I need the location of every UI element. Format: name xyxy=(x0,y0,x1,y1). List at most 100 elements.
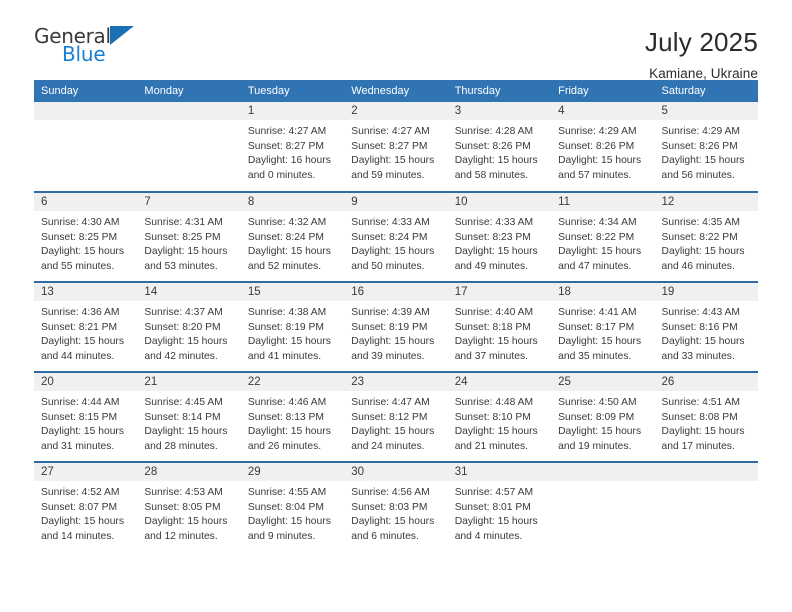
daylight-text-line2: and 35 minutes. xyxy=(558,350,632,362)
day-number: 6 xyxy=(34,193,138,211)
calendar-day-cell[interactable]: 19 Sunrise: 4:43 AM Sunset: 8:16 PM Dayligh… xyxy=(654,281,758,372)
day-details: Sunrise: 4:45 AM Sunset: 8:14 PM Daylight:… xyxy=(137,391,240,454)
calendar-day-cell[interactable]: 6 Sunrise: 4:30 AM Sunset: 8:25 PM Daylight… xyxy=(34,191,138,282)
day-details xyxy=(551,481,654,486)
daylight-text-line2: and 4 minutes. xyxy=(454,530,523,542)
general-blue-logo[interactable]: General Blue xyxy=(34,26,154,65)
day-details: Sunrise: 4:56 AM Sunset: 8:03 PM Daylight:… xyxy=(344,481,447,544)
sunset-text: Sunset: 8:15 PM xyxy=(41,411,118,423)
calendar-day-cell[interactable]: 23 Sunrise: 4:47 AM Sunset: 8:12 PM Dayligh… xyxy=(344,371,448,462)
sunset-text: Sunset: 8:22 PM xyxy=(558,231,635,243)
day-number: 9 xyxy=(344,193,448,211)
sunrise-text: Sunrise: 4:32 AM xyxy=(247,217,327,228)
day-details: Sunrise: 4:35 AM Sunset: 8:22 PM Daylight:… xyxy=(655,211,758,274)
sunset-text: Sunset: 8:19 PM xyxy=(247,321,324,333)
day-details: Sunrise: 4:57 AM Sunset: 8:01 PM Daylight:… xyxy=(448,481,551,544)
calendar-day-cell[interactable]: 10 Sunrise: 4:33 AM Sunset: 8:23 PM Dayligh… xyxy=(447,191,552,282)
calendar-day-cell[interactable]: 28 Sunrise: 4:53 AM Sunset: 8:05 PM Dayligh… xyxy=(137,461,241,552)
day-number: 11 xyxy=(551,193,655,211)
calendar-day-cell[interactable]: 3 Sunrise: 4:28 AM Sunset: 8:26 PM Daylight… xyxy=(447,102,552,192)
day-number: 22 xyxy=(240,373,345,391)
calendar-day-cell[interactable]: 17 Sunrise: 4:40 AM Sunset: 8:18 PM Dayligh… xyxy=(447,281,552,372)
calendar-day-cell[interactable]: 31 Sunrise: 4:57 AM Sunset: 8:01 PM Dayligh… xyxy=(447,461,552,552)
calendar-day-cell[interactable]: 18 Sunrise: 4:41 AM Sunset: 8:17 PM Dayligh… xyxy=(551,281,655,372)
sunrise-text: Sunrise: 4:31 AM xyxy=(144,217,223,228)
calendar-day-cell[interactable]: 22 Sunrise: 4:46 AM Sunset: 8:13 PM Dayligh… xyxy=(240,371,345,462)
sunrise-text: Sunrise: 4:53 AM xyxy=(144,487,223,498)
daylight-text-line2: and 41 minutes. xyxy=(247,350,322,362)
day-details: Sunrise: 4:33 AM Sunset: 8:23 PM Daylight:… xyxy=(448,211,551,274)
calendar-day-cell[interactable]: 29 Sunrise: 4:55 AM Sunset: 8:04 PM Dayligh… xyxy=(240,461,345,552)
daylight-text-line2: and 58 minutes. xyxy=(454,169,528,181)
sunrise-text: Sunrise: 4:55 AM xyxy=(247,487,327,498)
calendar-day-cell[interactable]: 26 Sunrise: 4:51 AM Sunset: 8:08 PM Dayligh… xyxy=(654,371,758,462)
calendar-day-cell[interactable]: 25 Sunrise: 4:50 AM Sunset: 8:09 PM Dayligh… xyxy=(551,371,655,462)
daylight-text-line2: and 26 minutes. xyxy=(247,440,322,452)
day-number: 24 xyxy=(447,373,552,391)
calendar-day-cell-empty xyxy=(137,102,241,192)
calendar-day-cell[interactable]: 12 Sunrise: 4:35 AM Sunset: 8:22 PM Dayligh… xyxy=(654,191,758,282)
calendar-day-cell[interactable]: 5 Sunrise: 4:29 AM Sunset: 8:26 PM Daylight… xyxy=(654,102,758,192)
sunrise-text: Sunrise: 4:57 AM xyxy=(454,487,534,498)
day-details: Sunrise: 4:51 AM Sunset: 8:08 PM Daylight:… xyxy=(655,391,758,454)
sunrise-text: Sunrise: 4:41 AM xyxy=(558,307,637,318)
calendar-day-cell[interactable]: 2 Sunrise: 4:27 AM Sunset: 8:27 PM Daylight… xyxy=(344,102,448,192)
daylight-text-line1: Daylight: 15 hours xyxy=(661,155,745,167)
title-block: July 2025 Kamiane, Ukraine xyxy=(645,26,758,81)
calendar-week-row: 20 Sunrise: 4:44 AM Sunset: 8:15 PM Dayligh… xyxy=(34,371,758,462)
daylight-text-line1: Daylight: 15 hours xyxy=(144,426,228,438)
daylight-text-line2: and 50 minutes. xyxy=(351,260,425,272)
sunrise-text: Sunrise: 4:27 AM xyxy=(351,126,430,137)
daylight-text-line2: and 14 minutes. xyxy=(41,530,115,542)
calendar-day-cell[interactable]: 9 Sunrise: 4:33 AM Sunset: 8:24 PM Daylight… xyxy=(344,191,448,282)
day-details: Sunrise: 4:31 AM Sunset: 8:25 PM Daylight:… xyxy=(137,211,240,274)
calendar-day-cell[interactable]: 21 Sunrise: 4:45 AM Sunset: 8:14 PM Dayligh… xyxy=(137,371,241,462)
day-number: 26 xyxy=(654,373,758,391)
logo-triangle-icon xyxy=(109,26,134,45)
calendar-day-cell[interactable]: 11 Sunrise: 4:34 AM Sunset: 8:22 PM Dayligh… xyxy=(551,191,655,282)
sunset-text: Sunset: 8:21 PM xyxy=(41,321,118,333)
day-details xyxy=(655,481,758,486)
weekday-header: Sunday Monday Tuesday Wednesday Thursday Frid… xyxy=(34,80,758,102)
calendar-week-row: 6 Sunrise: 4:30 AM Sunset: 8:25 PM Daylight… xyxy=(34,191,758,282)
calendar-day-cell[interactable]: 7 Sunrise: 4:31 AM Sunset: 8:25 PM Daylight… xyxy=(137,191,241,282)
calendar-day-cell[interactable]: 1 Sunrise: 4:27 AM Sunset: 8:27 PM Daylight… xyxy=(240,102,345,192)
daylight-text-line2: and 6 minutes. xyxy=(351,530,419,542)
weekday-header-monday: Monday xyxy=(137,80,241,102)
day-details: Sunrise: 4:48 AM Sunset: 8:10 PM Daylight:… xyxy=(448,391,551,454)
calendar-day-cell[interactable]: 4 Sunrise: 4:29 AM Sunset: 8:26 PM Daylight… xyxy=(551,102,655,192)
day-number: 14 xyxy=(137,283,241,301)
day-details: Sunrise: 4:39 AM Sunset: 8:19 PM Daylight:… xyxy=(344,301,447,364)
calendar-day-cell[interactable]: 27 Sunrise: 4:52 AM Sunset: 8:07 PM Dayligh… xyxy=(34,461,138,552)
sunset-text: Sunset: 8:22 PM xyxy=(661,231,738,243)
calendar-week-row: 13 Sunrise: 4:36 AM Sunset: 8:21 PM Dayligh… xyxy=(34,281,758,372)
sunrise-text: Sunrise: 4:48 AM xyxy=(454,397,534,408)
calendar-day-cell[interactable]: 30 Sunrise: 4:56 AM Sunset: 8:03 PM Dayligh… xyxy=(344,461,448,552)
sunrise-text: Sunrise: 4:47 AM xyxy=(351,397,430,408)
day-number: 28 xyxy=(137,463,241,481)
day-details: Sunrise: 4:46 AM Sunset: 8:13 PM Daylight:… xyxy=(241,391,344,454)
day-number: 16 xyxy=(344,283,448,301)
calendar-day-cell[interactable]: 13 Sunrise: 4:36 AM Sunset: 8:21 PM Dayligh… xyxy=(34,281,138,372)
day-number: 3 xyxy=(447,102,552,120)
day-details: Sunrise: 4:50 AM Sunset: 8:09 PM Daylight:… xyxy=(551,391,654,454)
day-number: 17 xyxy=(447,283,552,301)
day-number xyxy=(551,463,655,481)
day-number: 31 xyxy=(447,463,552,481)
calendar-day-cell[interactable]: 8 Sunrise: 4:32 AM Sunset: 8:24 PM Daylight… xyxy=(240,191,345,282)
daylight-text-line1: Daylight: 15 hours xyxy=(41,246,124,258)
calendar-day-cell[interactable]: 24 Sunrise: 4:48 AM Sunset: 8:10 PM Dayligh… xyxy=(447,371,552,462)
calendar-day-cell[interactable]: 16 Sunrise: 4:39 AM Sunset: 8:19 PM Dayligh… xyxy=(344,281,448,372)
page-title: July 2025 xyxy=(644,27,758,57)
calendar-week-row: 27 Sunrise: 4:52 AM Sunset: 8:07 PM Dayligh… xyxy=(34,461,758,552)
sunset-text: Sunset: 8:08 PM xyxy=(661,411,738,423)
day-number: 10 xyxy=(447,193,552,211)
calendar-day-cell[interactable]: 14 Sunrise: 4:37 AM Sunset: 8:20 PM Dayligh… xyxy=(137,281,241,372)
sunset-text: Sunset: 8:26 PM xyxy=(558,140,635,152)
sunset-text: Sunset: 8:10 PM xyxy=(454,411,531,423)
calendar-day-cell[interactable]: 20 Sunrise: 4:44 AM Sunset: 8:15 PM Dayligh… xyxy=(34,371,138,462)
calendar-day-cell[interactable]: 15 Sunrise: 4:38 AM Sunset: 8:19 PM Dayligh… xyxy=(240,281,345,372)
day-details: Sunrise: 4:37 AM Sunset: 8:20 PM Daylight:… xyxy=(137,301,240,364)
sunrise-text: Sunrise: 4:39 AM xyxy=(351,307,430,318)
day-details: Sunrise: 4:27 AM Sunset: 8:27 PM Daylight:… xyxy=(241,120,344,183)
